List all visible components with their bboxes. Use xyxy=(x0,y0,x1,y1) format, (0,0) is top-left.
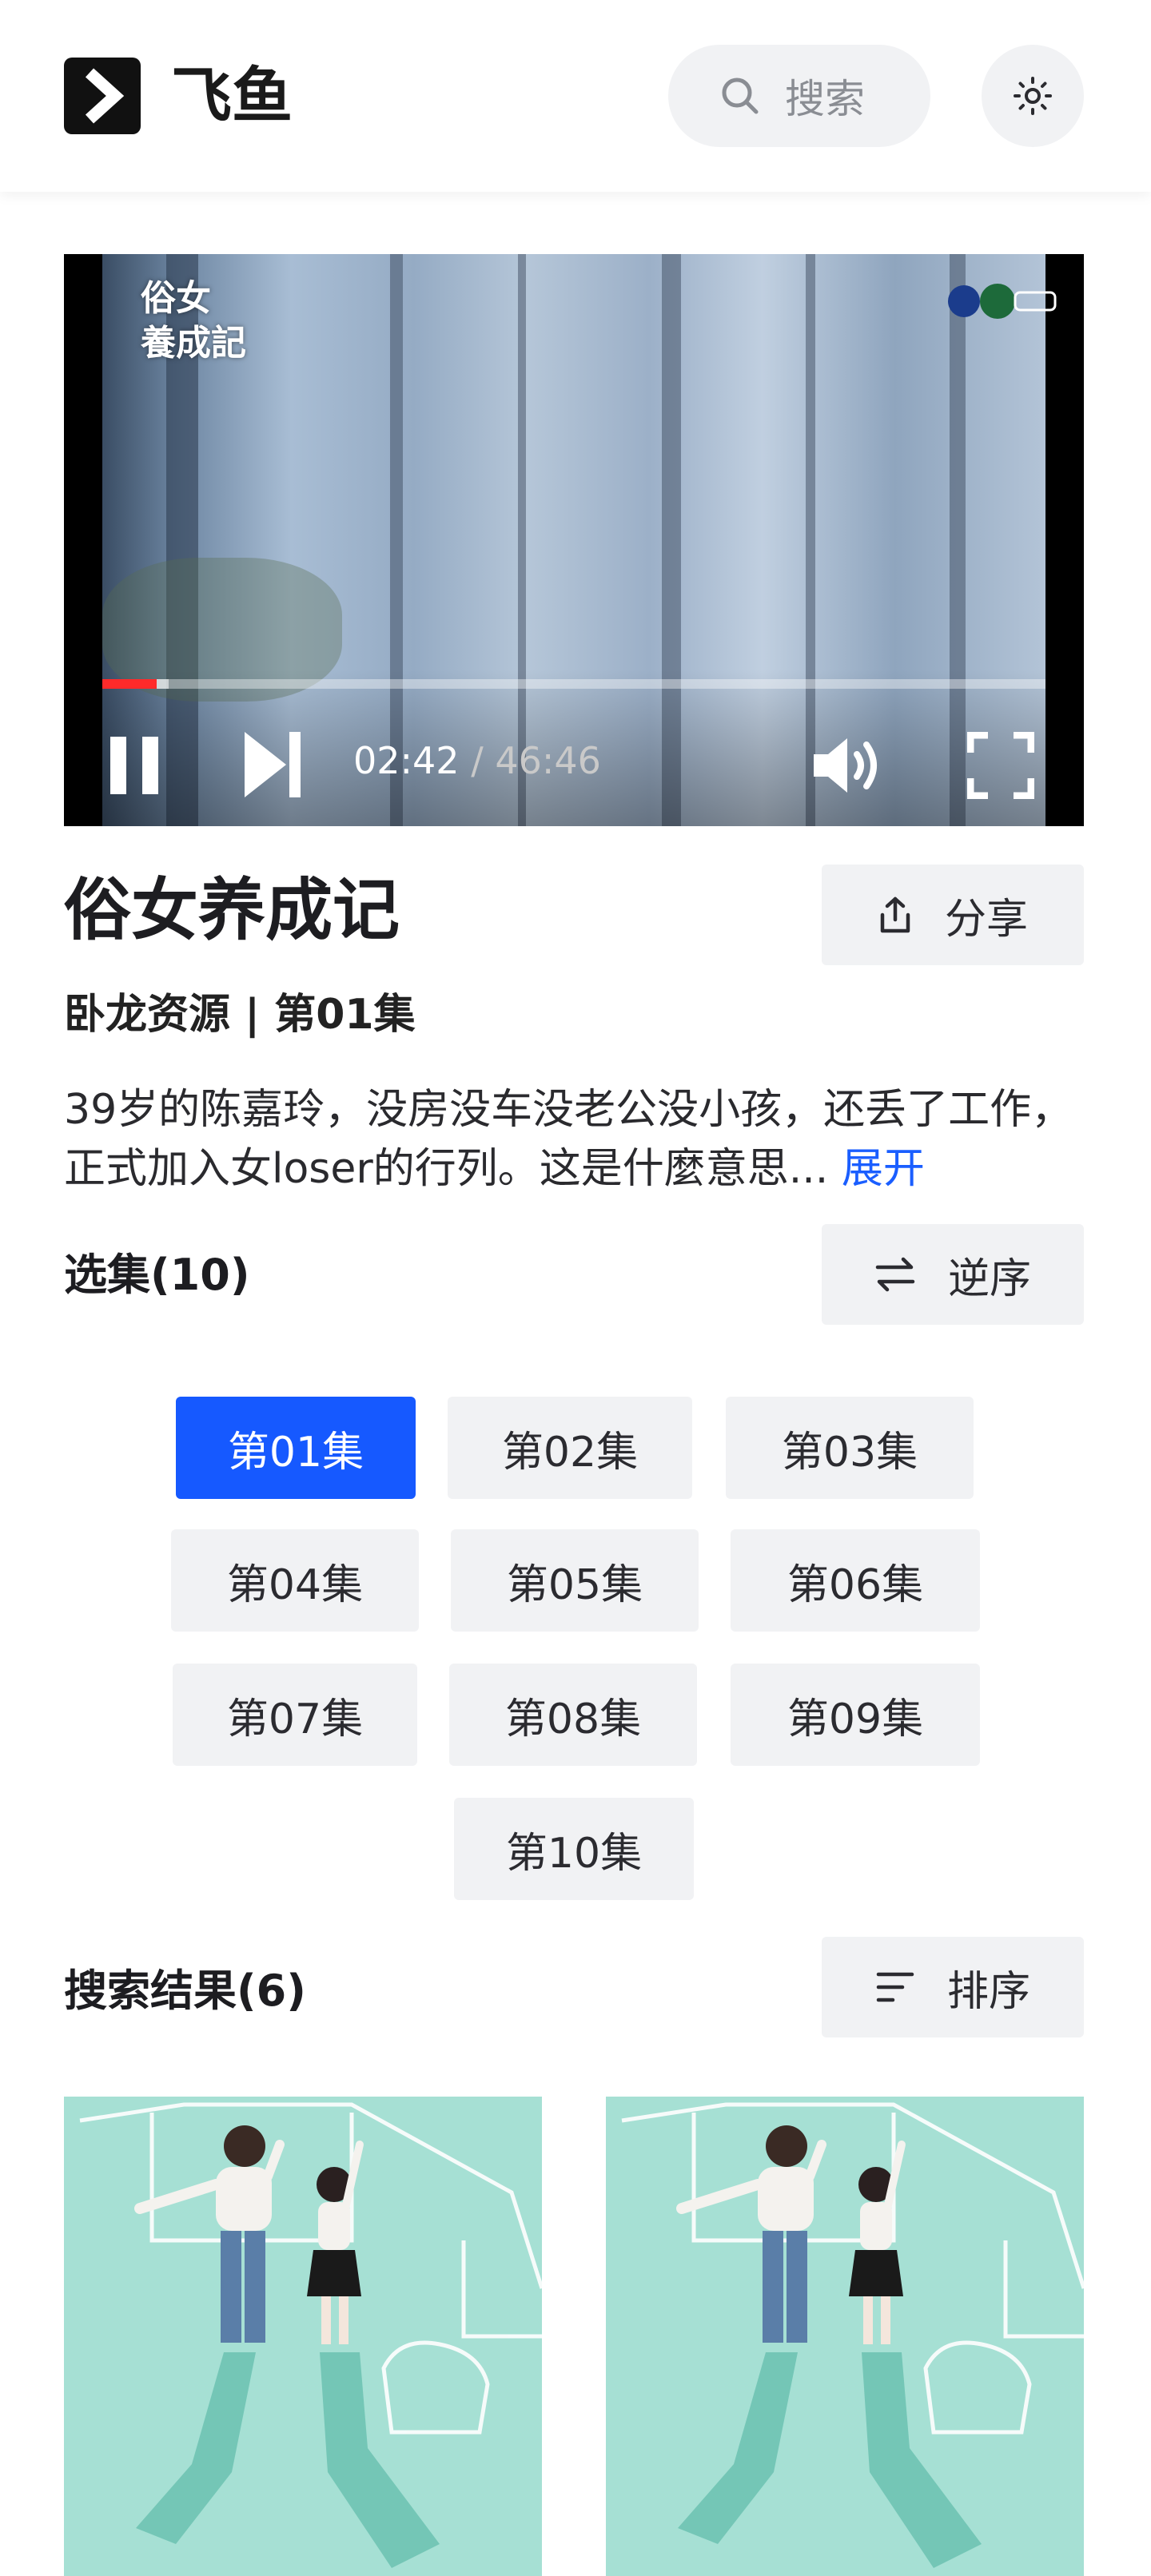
poster-illustration xyxy=(64,2097,542,2576)
video-title: 俗女养成记 xyxy=(64,871,400,949)
video-player[interactable]: 俗女 養成記 02:42 / 46:46 xyxy=(64,254,1084,826)
time-separator: / xyxy=(459,739,496,782)
expand-link[interactable]: 展开 xyxy=(842,1145,925,1193)
episode-button[interactable]: 第05集 xyxy=(451,1529,699,1632)
sort-button[interactable]: 排序 xyxy=(822,1937,1084,2037)
skip-next-icon[interactable] xyxy=(241,729,305,801)
poster-illustration xyxy=(606,2097,1084,2576)
top-bar: 飞鱼 搜索 xyxy=(0,0,1151,192)
swap-icon xyxy=(875,1257,915,1292)
volume-icon[interactable] xyxy=(810,733,887,797)
result-card-poster[interactable] xyxy=(606,2097,1084,2576)
progress-fill xyxy=(102,679,157,689)
sun-icon xyxy=(1014,77,1052,115)
episode-button[interactable]: 第03集 xyxy=(726,1397,974,1499)
brand-name[interactable]: 飞鱼 xyxy=(171,62,293,129)
watermark-title: 俗女 養成記 xyxy=(141,278,246,364)
episode-button[interactable]: 第08集 xyxy=(449,1664,697,1766)
sort-label: 排序 xyxy=(946,1967,1030,2016)
brand-logo[interactable] xyxy=(64,58,141,134)
result-card-poster[interactable] xyxy=(64,2097,542,2576)
theme-toggle-button[interactable] xyxy=(982,45,1084,147)
episodes-heading: 选集(10) xyxy=(64,1250,250,1300)
share-icon xyxy=(880,896,910,933)
episode-button[interactable]: 第09集 xyxy=(731,1664,980,1766)
duration: 46:46 xyxy=(495,739,601,782)
channel-logo xyxy=(948,284,1057,319)
episode-button[interactable]: 第06集 xyxy=(731,1529,980,1632)
share-label: 分享 xyxy=(944,895,1028,944)
share-button[interactable]: 分享 xyxy=(822,865,1084,965)
episode-button[interactable]: 第10集 xyxy=(454,1798,694,1900)
fullscreen-icon[interactable] xyxy=(967,732,1034,799)
search-icon xyxy=(722,78,759,114)
progress-bar[interactable] xyxy=(102,679,1045,689)
description: 39岁的陈嘉玲，没房没车没老公没小孩，还丢了工作，正式加入女loser的行列。这… xyxy=(64,1080,1087,1199)
episode-button[interactable]: 第04集 xyxy=(171,1529,419,1632)
search-button[interactable]: 搜索 xyxy=(668,45,930,147)
episode-button[interactable]: 第02集 xyxy=(448,1397,692,1499)
current-time: 02:42 xyxy=(353,739,460,782)
pause-icon[interactable] xyxy=(107,733,165,797)
sort-icon xyxy=(876,1972,914,2002)
reverse-order-label: 逆序 xyxy=(947,1254,1031,1303)
episode-button[interactable]: 第07集 xyxy=(173,1664,417,1766)
episode-button[interactable]: 第01集 xyxy=(176,1397,416,1499)
search-results-heading: 搜索结果(6) xyxy=(64,1966,306,2016)
source-episode-meta: 卧龙资源 | 第01集 xyxy=(64,991,416,1039)
search-label: 搜索 xyxy=(785,76,865,122)
reverse-order-button[interactable]: 逆序 xyxy=(822,1224,1084,1325)
chevron-right-logo-icon xyxy=(85,68,125,124)
time-display: 02:42 / 46:46 xyxy=(353,737,601,785)
